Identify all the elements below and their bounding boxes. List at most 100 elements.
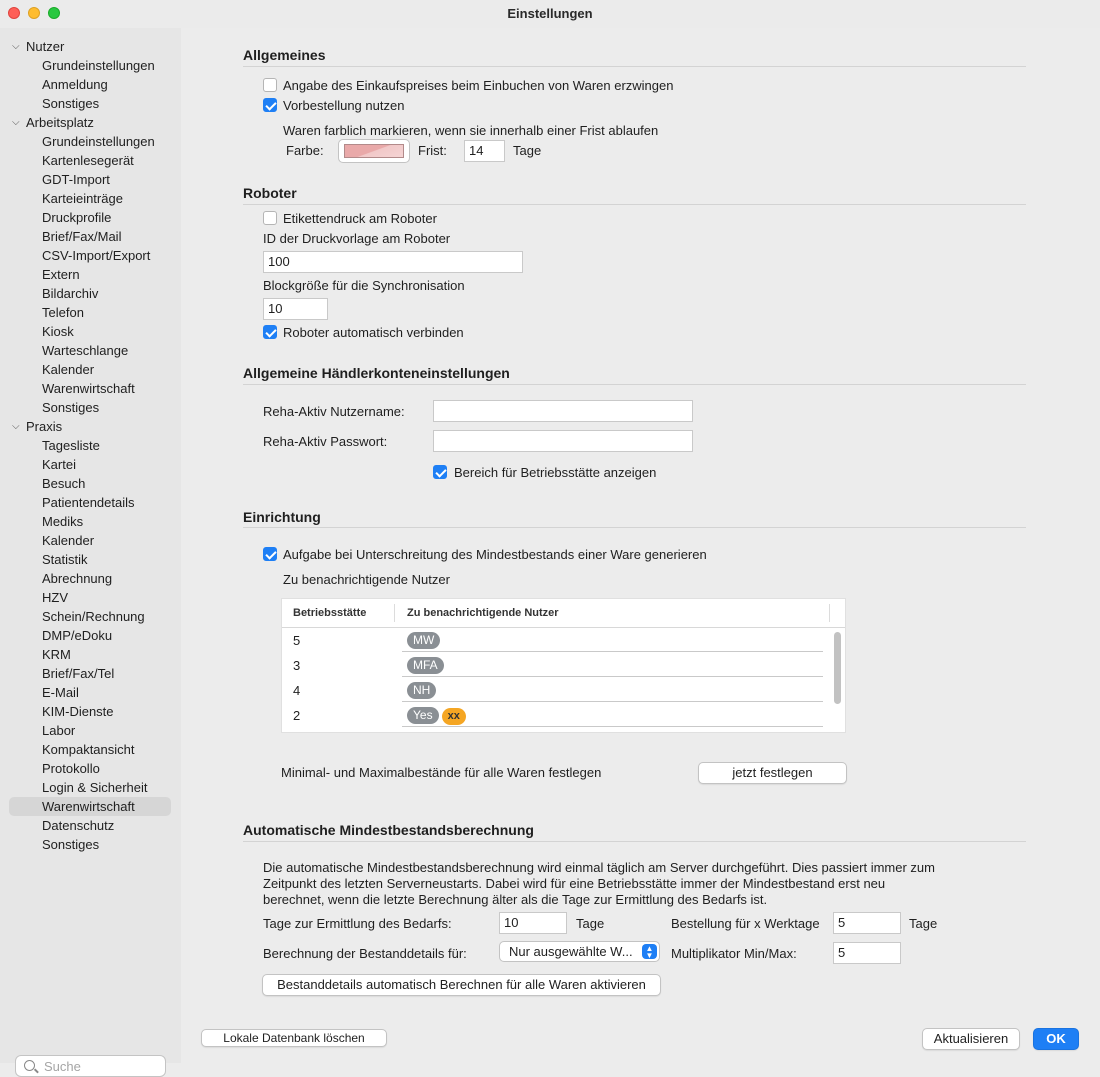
close-window-button[interactable] <box>8 7 20 19</box>
blockgroesse-label: Blockgröße für die Synchronisation <box>263 278 465 293</box>
sidebar-group-praxis[interactable]: ⌵ Praxis <box>0 417 181 436</box>
table-cell-nutzer[interactable]: Yes xx <box>402 703 823 727</box>
title-bar: Einstellungen <box>0 0 1100 28</box>
sidebar-item[interactable]: Bildarchiv <box>0 284 181 303</box>
minimize-window-button[interactable] <box>28 7 40 19</box>
sidebar-item[interactable]: Protokollo <box>0 759 181 778</box>
frist-input[interactable]: 14 <box>464 140 505 162</box>
sidebar-item[interactable]: Sonstiges <box>0 94 181 113</box>
auto-verbinden-checkbox[interactable] <box>263 325 277 339</box>
user-chip[interactable]: MFA <box>407 657 444 674</box>
sidebar-item[interactable]: Kartei <box>0 455 181 474</box>
ok-button[interactable]: OK <box>1033 1028 1079 1050</box>
sidebar-item[interactable]: KIM-Dienste <box>0 702 181 721</box>
sidebar-item[interactable]: Brief/Fax/Mail <box>0 227 181 246</box>
sidebar-item[interactable]: Schein/Rechnung <box>0 607 181 626</box>
sidebar-item[interactable]: Kalender <box>0 531 181 550</box>
bereich-checkbox[interactable] <box>433 465 447 479</box>
sidebar-group-nutzer[interactable]: ⌵ Nutzer <box>0 37 181 56</box>
blockgroesse-input[interactable]: 10 <box>263 298 328 320</box>
user-chip[interactable]: NH <box>407 682 437 699</box>
table-cell-nutzer[interactable]: MFA <box>402 653 823 677</box>
sidebar: ⌵ Nutzer Grundeinstellungen Anmeldung Sonsti… <box>0 28 181 1077</box>
sidebar-item[interactable]: Besuch <box>0 474 181 493</box>
sidebar-item[interactable]: HZV <box>0 588 181 607</box>
chevron-down-icon[interactable]: ⌵ <box>12 37 20 56</box>
sidebar-item[interactable]: Warenwirtschaft <box>0 379 181 398</box>
sidebar-item[interactable]: DMP/eDoku <box>0 626 181 645</box>
aktualisieren-button[interactable]: Aktualisieren <box>922 1028 1020 1050</box>
sidebar-item[interactable]: KRM <box>0 645 181 664</box>
bestellung-input[interactable]: 5 <box>833 912 901 934</box>
table-scrollbar[interactable] <box>834 632 841 704</box>
search-input[interactable] <box>42 1058 162 1074</box>
divider <box>243 204 1026 205</box>
sidebar-item[interactable]: E-Mail <box>0 683 181 702</box>
nutzer-label: Zu benachrichtigende Nutzer <box>283 572 450 587</box>
divider <box>243 66 1026 67</box>
user-chip[interactable]: Yes <box>407 707 439 724</box>
sidebar-item[interactable]: Sonstiges <box>0 398 181 417</box>
bestellung-label: Bestellung für x Werktage <box>671 916 820 931</box>
sidebar-item[interactable]: Kartenlesegerät <box>0 151 181 170</box>
bestanddetails-select[interactable]: Nur ausgewählte W... ▲ ▼ <box>499 941 660 962</box>
sidebar-item[interactable]: Brief/Fax/Tel <box>0 664 181 683</box>
einkaufspreis-checkbox[interactable] <box>263 78 277 92</box>
column-header-betriebsstaette[interactable]: Betriebsstätte <box>293 599 366 627</box>
search-field[interactable] <box>15 1055 166 1077</box>
user-chip[interactable]: xx <box>441 708 466 725</box>
nutzername-input[interactable] <box>433 400 693 422</box>
chevron-updown-icon: ▲ ▼ <box>642 944 657 960</box>
sidebar-item[interactable]: Tagesliste <box>0 436 181 455</box>
nutzername-label: Reha-Aktiv Nutzername: <box>263 404 405 419</box>
sidebar-item[interactable]: Druckprofile <box>0 208 181 227</box>
sidebar-item[interactable]: Karteieinträge <box>0 189 181 208</box>
sidebar-item[interactable]: GDT-Import <box>0 170 181 189</box>
bestellung-unit: Tage <box>909 916 938 931</box>
user-chip[interactable]: MW <box>407 632 441 649</box>
lokale-datenbank-loeschen-button[interactable]: Lokale Datenbank löschen <box>201 1029 387 1047</box>
sidebar-item[interactable]: CSV-Import/Export <box>0 246 181 265</box>
sidebar-item[interactable]: Anmeldung <box>0 75 181 94</box>
sidebar-item[interactable]: Grundeinstellungen <box>0 56 181 75</box>
sidebar-item[interactable]: Kalender <box>0 360 181 379</box>
frist-hint: Waren farblich markieren, wenn sie inner… <box>283 123 659 138</box>
passwort-input[interactable] <box>433 430 693 452</box>
table-cell-nutzer[interactable]: MW <box>402 628 823 652</box>
druckvorlage-input[interactable]: 100 <box>263 251 523 273</box>
sidebar-item[interactable]: Labor <box>0 721 181 740</box>
bestanddetails-aktivieren-button[interactable]: Bestanddetails automatisch Berechnen für… <box>262 974 661 996</box>
table-cell-nutzer[interactable]: NH <box>402 678 823 702</box>
color-picker-button[interactable] <box>338 139 410 163</box>
chevron-down-icon[interactable]: ⌵ <box>12 417 20 436</box>
sidebar-item[interactable]: Mediks <box>0 512 181 531</box>
sidebar-item[interactable]: Telefon <box>0 303 181 322</box>
sidebar-group-arbeitsplatz[interactable]: ⌵ Arbeitsplatz <box>0 113 181 132</box>
column-header-nutzer[interactable]: Zu benachrichtigende Nutzer <box>407 599 559 627</box>
divider <box>243 384 1026 385</box>
sidebar-item[interactable]: Kompaktansicht <box>0 740 181 759</box>
tage-bedarf-input[interactable]: 10 <box>499 912 567 934</box>
sidebar-item[interactable]: Patientendetails <box>0 493 181 512</box>
bestanddetails-label: Berechnung der Bestanddetails für: <box>263 946 467 961</box>
jetzt-festlegen-button[interactable]: jetzt festlegen <box>698 762 847 784</box>
etikettendruck-checkbox[interactable] <box>263 211 277 225</box>
sidebar-item[interactable]: Datenschutz <box>0 816 181 835</box>
multiplikator-input[interactable]: 5 <box>833 942 901 964</box>
sidebar-item[interactable]: Warteschlange <box>0 341 181 360</box>
sidebar-item[interactable]: Extern <box>0 265 181 284</box>
zoom-window-button[interactable] <box>48 7 60 19</box>
bestanddetails-select-value: Nur ausgewählte W... <box>509 944 633 959</box>
sidebar-item[interactable]: Kiosk <box>0 322 181 341</box>
section-title-haendler: Allgemeine Händlerkonteneinstellungen <box>243 365 510 381</box>
sidebar-item[interactable]: Statistik <box>0 550 181 569</box>
sidebar-item[interactable]: Abrechnung <box>0 569 181 588</box>
chevron-down-icon[interactable]: ⌵ <box>12 113 20 132</box>
sidebar-item[interactable]: Grundeinstellungen <box>0 132 181 151</box>
sidebar-item[interactable]: Login & Sicherheit <box>0 778 181 797</box>
aufgabe-checkbox[interactable] <box>263 547 277 561</box>
sidebar-item[interactable]: Warenwirtschaft <box>9 797 171 816</box>
table-cell-betriebsstaette: 5 <box>293 633 301 648</box>
vorbestellung-checkbox[interactable] <box>263 98 277 112</box>
sidebar-item[interactable]: Sonstiges <box>0 835 181 854</box>
